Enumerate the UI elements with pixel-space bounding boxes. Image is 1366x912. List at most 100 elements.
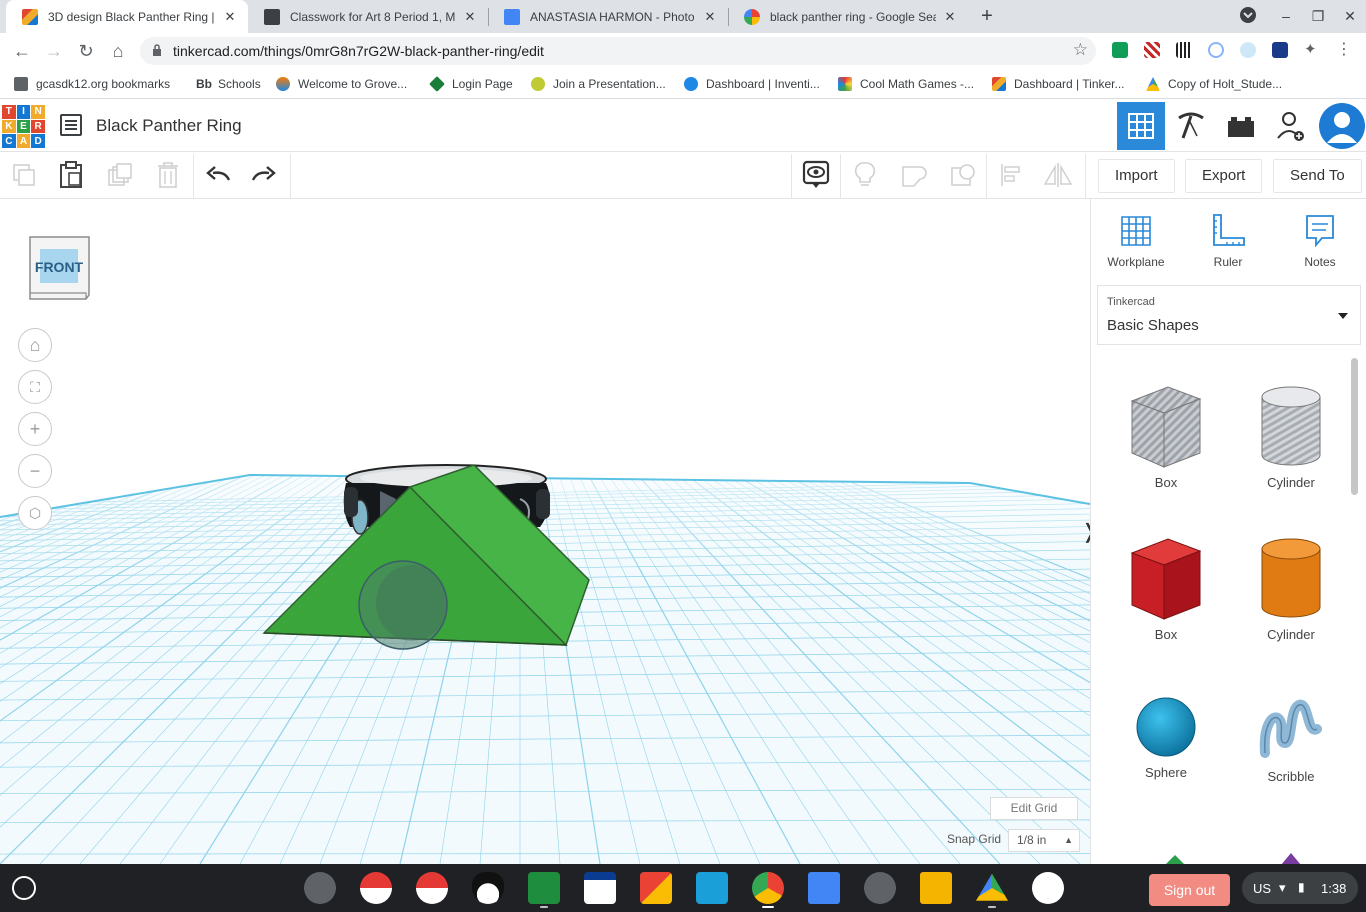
bookmark-item[interactable]: Dashboard | Tinker... [992, 75, 1125, 93]
import-button[interactable]: Import [1098, 159, 1175, 193]
shapes-scrollbar[interactable] [1351, 358, 1358, 495]
shape-cylinder-solid[interactable]: Cylinder [1236, 535, 1346, 642]
workplane-tool[interactable]: Workplane [1096, 213, 1176, 269]
snap-grid-select[interactable]: 1/8 in ▲ [1008, 829, 1080, 852]
chrome-app-icon[interactable] [752, 872, 784, 904]
sheets-extension-icon[interactable] [1112, 42, 1128, 58]
hole-shape-button[interactable] [948, 160, 978, 190]
penguin-app-icon[interactable] [472, 872, 504, 904]
shape-box-hole[interactable]: Box [1111, 383, 1221, 490]
close-tab-icon[interactable]: ✕ [702, 9, 718, 25]
collapse-panel-button[interactable]: ❭ [1081, 515, 1090, 551]
launcher-icon[interactable] [12, 876, 36, 900]
shape-library-select[interactable]: Tinkercad Basic Shapes [1097, 285, 1361, 345]
bookmark-item[interactable]: Bb Schools [196, 75, 261, 93]
reload-icon[interactable]: ↻ [74, 39, 98, 63]
close-tab-icon[interactable]: ✕ [942, 9, 958, 25]
send-to-button[interactable]: Send To [1273, 159, 1362, 193]
redo-button[interactable] [249, 160, 279, 190]
delete-button[interactable] [153, 160, 183, 190]
sign-out-button[interactable]: Sign out [1149, 874, 1230, 906]
sway-app-icon[interactable] [696, 872, 728, 904]
shape-scribble[interactable]: Scribble [1236, 695, 1346, 784]
new-tab-button[interactable]: + [976, 5, 998, 27]
minimize-window-icon[interactable]: – [1275, 6, 1297, 26]
qr-code-extension-icon[interactable] [1176, 42, 1192, 58]
browser-menu-icon[interactable]: ⋮ [1336, 42, 1352, 58]
canvas-app-icon[interactable] [416, 872, 448, 904]
browser-tab-google-search[interactable]: black panther ring - Google Sear ✕ [728, 0, 968, 33]
browser-tab-tinkercad[interactable]: 3D design Black Panther Ring | T ✕ [6, 0, 248, 33]
gmail-app-icon[interactable] [640, 872, 672, 904]
paste-button[interactable] [56, 160, 86, 190]
status-tray[interactable]: US ▾ ▮ 1:38 [1242, 872, 1358, 904]
workplane-scene[interactable] [0, 199, 1090, 864]
testnav-app-icon[interactable] [584, 872, 616, 904]
view-cube[interactable]: FRONT [28, 235, 91, 301]
slides-app-icon[interactable] [920, 872, 952, 904]
camera-app-icon[interactable] [304, 872, 336, 904]
fit-view-button[interactable]: ⛶ [18, 370, 52, 404]
camera-app-icon[interactable] [864, 872, 896, 904]
shape-box-solid[interactable]: Box [1111, 535, 1221, 642]
bookmark-star-icon[interactable]: ☆ [1073, 40, 1088, 60]
close-window-icon[interactable]: ✕ [1339, 6, 1361, 26]
shape-sphere-solid[interactable]: Sphere [1111, 695, 1221, 780]
bricks-button[interactable] [1217, 102, 1265, 150]
show-all-button[interactable] [801, 160, 831, 190]
close-tab-icon[interactable]: ✕ [222, 9, 238, 25]
bookmark-item[interactable]: Cool Math Games -... [838, 75, 974, 93]
tinkercad-logo[interactable]: T I N K E R C A D [2, 105, 45, 148]
home-icon[interactable]: ⌂ [106, 39, 130, 63]
play-store-app-icon[interactable] [1032, 872, 1064, 904]
zoom-out-button[interactable]: − [18, 454, 52, 488]
restore-window-icon[interactable]: ❐ [1307, 6, 1329, 26]
drive-app-icon[interactable] [976, 873, 1008, 901]
canvas-app-icon[interactable] [360, 872, 392, 904]
design-title[interactable]: Black Panther Ring [96, 116, 242, 136]
align-button[interactable] [996, 160, 1026, 190]
tab-search-icon[interactable] [1237, 6, 1259, 26]
bookmark-item[interactable]: Welcome to Grove... [276, 75, 407, 93]
codeblocks-button[interactable] [1167, 102, 1215, 150]
solid-shape-button[interactable] [899, 160, 929, 190]
hint-button[interactable] [850, 160, 880, 190]
copy-button[interactable] [9, 160, 39, 190]
notes-tool[interactable]: Notes [1280, 213, 1360, 269]
back-icon[interactable]: ← [10, 39, 34, 63]
extension-icon[interactable] [1208, 42, 1224, 58]
design-list-icon[interactable] [60, 114, 82, 136]
ruler-tool[interactable]: Ruler [1188, 213, 1268, 269]
home-view-button[interactable]: ⌂ [18, 328, 52, 362]
address-bar[interactable]: tinkercad.com/things/0mrG8n7rG2W-black-p… [140, 37, 1096, 65]
user-avatar[interactable] [1319, 103, 1365, 149]
extension-icon[interactable] [1272, 42, 1288, 58]
translucent-sphere-shape[interactable] [358, 560, 448, 650]
close-tab-icon[interactable]: ✕ [462, 9, 478, 25]
edit-grid-button[interactable]: Edit Grid [990, 797, 1078, 820]
extension-icon[interactable] [1144, 42, 1160, 58]
extensions-puzzle-icon[interactable]: ✦ [1304, 42, 1320, 58]
shape-cylinder-hole[interactable]: Cylinder [1236, 383, 1346, 490]
duplicate-button[interactable] [105, 160, 135, 190]
forward-icon[interactable]: → [42, 39, 66, 63]
docs-app-icon[interactable] [808, 872, 840, 904]
bookmark-item[interactable]: Copy of Holt_Stude... [1146, 75, 1282, 93]
zoom-in-button[interactable]: + [18, 412, 52, 446]
export-button[interactable]: Export [1185, 159, 1263, 193]
projection-toggle-button[interactable]: ⬡ [18, 496, 52, 530]
grid-icon [1128, 113, 1154, 139]
bookmark-item[interactable]: Login Page [429, 75, 513, 93]
classroom-app-icon[interactable] [528, 872, 560, 904]
extension-icon[interactable] [1240, 42, 1256, 58]
bookmark-item[interactable]: Dashboard | Inventi... [684, 75, 820, 93]
browser-tab-classwork[interactable]: Classwork for Art 8 Period 1, MP ✕ [248, 0, 488, 33]
3d-view-grid-button[interactable] [1117, 102, 1165, 150]
mirror-button[interactable] [1043, 160, 1073, 190]
3d-workplane-canvas[interactable]: FRONT ⌂ ⛶ + − ⬡ ❭ Edit Grid Snap Grid 1/… [0, 199, 1090, 864]
invite-user-button[interactable] [1267, 102, 1315, 150]
undo-button[interactable] [203, 160, 233, 190]
bookmark-item[interactable]: Join a Presentation... [531, 75, 666, 93]
browser-tab-docs[interactable]: ANASTASIA HARMON - Photo Do ✕ [488, 0, 728, 33]
bookmark-folder[interactable]: gcasdk12.org bookmarks [14, 75, 170, 93]
